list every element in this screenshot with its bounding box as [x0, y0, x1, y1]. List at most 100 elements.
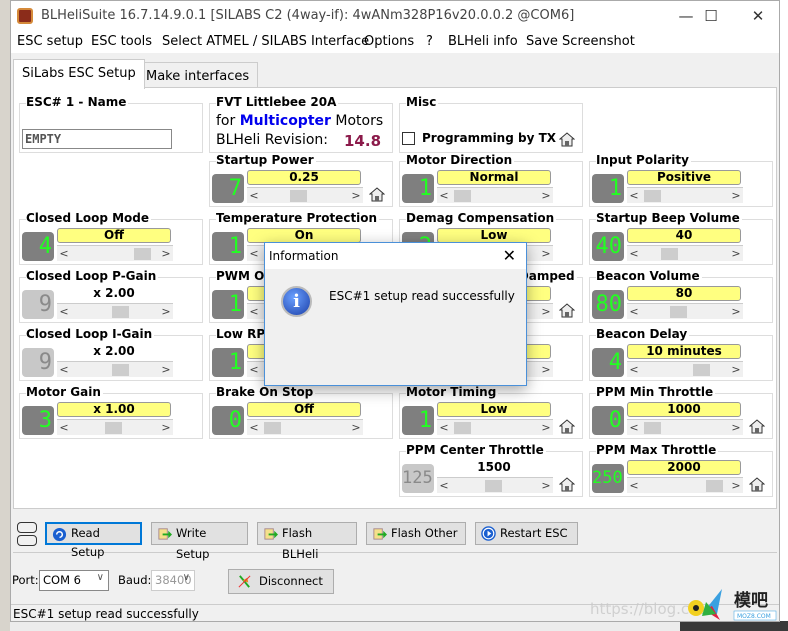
menu-options[interactable]: Options: [364, 34, 414, 49]
port-select[interactable]: COM 6 ∨: [39, 570, 109, 591]
disconnect-button[interactable]: Disconnect: [228, 569, 334, 594]
scroll-right-icon[interactable]: >: [159, 420, 173, 435]
scroll-right-icon[interactable]: >: [729, 188, 743, 203]
scroll-left-icon[interactable]: <: [627, 362, 641, 377]
setting-scrollbar[interactable]: <>: [57, 303, 173, 319]
scroll-thumb[interactable]: [454, 422, 472, 434]
menu-save-screenshot[interactable]: Save Screenshot: [526, 34, 635, 49]
scroll-thumb[interactable]: [454, 190, 472, 202]
scroll-thumb[interactable]: [644, 190, 662, 202]
scroll-right-icon[interactable]: >: [159, 246, 173, 261]
scroll-left-icon[interactable]: <: [437, 188, 451, 203]
house-icon[interactable]: [559, 302, 575, 318]
scroll-right-icon[interactable]: >: [539, 188, 553, 203]
programming-by-tx-checkbox[interactable]: [402, 132, 415, 145]
menu-blheli-info[interactable]: BLHeli info: [448, 34, 518, 49]
scroll-right-icon[interactable]: >: [729, 420, 743, 435]
esc-name-input[interactable]: EMPTY: [22, 129, 172, 149]
scroll-left-icon[interactable]: <: [57, 362, 71, 377]
scroll-left-icon[interactable]: <: [627, 246, 641, 261]
scroll-thumb[interactable]: [289, 190, 307, 202]
scroll-right-icon[interactable]: >: [539, 420, 553, 435]
restart-esc-button[interactable]: Restart ESC: [475, 522, 578, 545]
scroll-thumb[interactable]: [264, 422, 282, 434]
scroll-left-icon[interactable]: <: [247, 246, 261, 261]
scroll-right-icon[interactable]: >: [539, 304, 553, 319]
scroll-left-icon[interactable]: <: [437, 420, 451, 435]
house-icon[interactable]: [369, 186, 385, 202]
scroll-left-icon[interactable]: <: [627, 478, 641, 493]
menu-esc-tools[interactable]: ESC tools: [91, 34, 152, 49]
scroll-left-icon[interactable]: <: [57, 246, 71, 261]
house-icon[interactable]: [749, 476, 765, 492]
house-icon[interactable]: [559, 131, 575, 147]
setting-scrollbar[interactable]: <>: [57, 419, 173, 435]
setting-scrollbar[interactable]: <>: [627, 419, 743, 435]
scroll-right-icon[interactable]: >: [729, 304, 743, 319]
button-label: Restart ESC: [500, 526, 568, 540]
setting-scrollbar[interactable]: <>: [627, 361, 743, 377]
menu-select-interface[interactable]: Select ATMEL / SILABS Interface: [162, 34, 369, 49]
dialog-close-button[interactable]: ✕: [503, 246, 516, 265]
scroll-left-icon[interactable]: <: [57, 304, 71, 319]
scroll-right-icon[interactable]: >: [729, 362, 743, 377]
setting-scrollbar[interactable]: <>: [57, 245, 173, 261]
scroll-right-icon[interactable]: >: [539, 246, 553, 261]
setting-scrollbar[interactable]: <>: [627, 303, 743, 319]
house-icon[interactable]: [559, 418, 575, 434]
scroll-thumb[interactable]: [705, 480, 723, 492]
scroll-thumb[interactable]: [133, 248, 151, 260]
flash-other-button[interactable]: Flash Other: [366, 522, 466, 545]
scroll-left-icon[interactable]: <: [437, 478, 451, 493]
port-value: COM 6: [43, 573, 81, 587]
menu-help[interactable]: ?: [426, 34, 433, 49]
tab-silabs-esc-setup[interactable]: SiLabs ESC Setup: [13, 59, 145, 89]
scroll-right-icon[interactable]: >: [159, 362, 173, 377]
flash-icon: [264, 528, 278, 540]
scroll-left-icon[interactable]: <: [627, 188, 641, 203]
scroll-left-icon[interactable]: <: [627, 304, 641, 319]
house-icon[interactable]: [749, 418, 765, 434]
scroll-right-icon[interactable]: >: [729, 478, 743, 493]
scroll-left-icon[interactable]: <: [247, 420, 261, 435]
flash-blheli-button[interactable]: Flash BLHeli: [257, 522, 357, 561]
scroll-right-icon[interactable]: >: [539, 478, 553, 493]
setting-scrollbar[interactable]: <>: [627, 187, 743, 203]
maximize-button[interactable]: ☐: [696, 5, 726, 27]
scroll-right-icon[interactable]: >: [159, 304, 173, 319]
read-setup-button[interactable]: Read Setup: [45, 522, 142, 559]
setting-scrollbar[interactable]: <>: [247, 419, 363, 435]
close-button[interactable]: ✕: [743, 5, 773, 27]
scroll-right-icon[interactable]: >: [349, 420, 363, 435]
scroll-left-icon[interactable]: <: [627, 420, 641, 435]
write-setup-button[interactable]: Write Setup: [151, 522, 248, 561]
scroll-left-icon[interactable]: <: [57, 420, 71, 435]
setting-scrollbar[interactable]: <>: [627, 245, 743, 261]
setting-scrollbar[interactable]: <>: [437, 187, 553, 203]
scroll-right-icon[interactable]: >: [539, 362, 553, 377]
scroll-thumb[interactable]: [111, 306, 129, 318]
scroll-thumb[interactable]: [485, 480, 502, 492]
scroll-left-icon[interactable]: <: [247, 188, 261, 203]
scroll-thumb[interactable]: [644, 422, 662, 434]
scroll-right-icon[interactable]: >: [729, 246, 743, 261]
setting-scrollbar[interactable]: <>: [437, 477, 553, 493]
scroll-thumb[interactable]: [669, 306, 687, 318]
scroll-thumb[interactable]: [105, 422, 122, 434]
menu-esc-setup[interactable]: ESC setup: [17, 34, 83, 49]
setting-scrollbar[interactable]: <>: [437, 419, 553, 435]
toggle-top[interactable]: [17, 522, 37, 533]
scroll-thumb[interactable]: [111, 364, 129, 376]
tab-make-interfaces[interactable]: Make interfaces: [137, 62, 259, 90]
toggle-bottom[interactable]: [17, 535, 37, 546]
scroll-thumb[interactable]: [692, 364, 710, 376]
setting-scrollbar[interactable]: <>: [247, 187, 363, 203]
scroll-left-icon[interactable]: <: [247, 362, 261, 377]
setting-scrollbar[interactable]: <>: [57, 361, 173, 377]
baud-select[interactable]: 38400 ∨: [151, 570, 195, 591]
scroll-left-icon[interactable]: <: [247, 304, 261, 319]
scroll-thumb[interactable]: [661, 248, 679, 260]
scroll-right-icon[interactable]: >: [349, 188, 363, 203]
setting-scrollbar[interactable]: <>: [627, 477, 743, 493]
house-icon[interactable]: [559, 476, 575, 492]
